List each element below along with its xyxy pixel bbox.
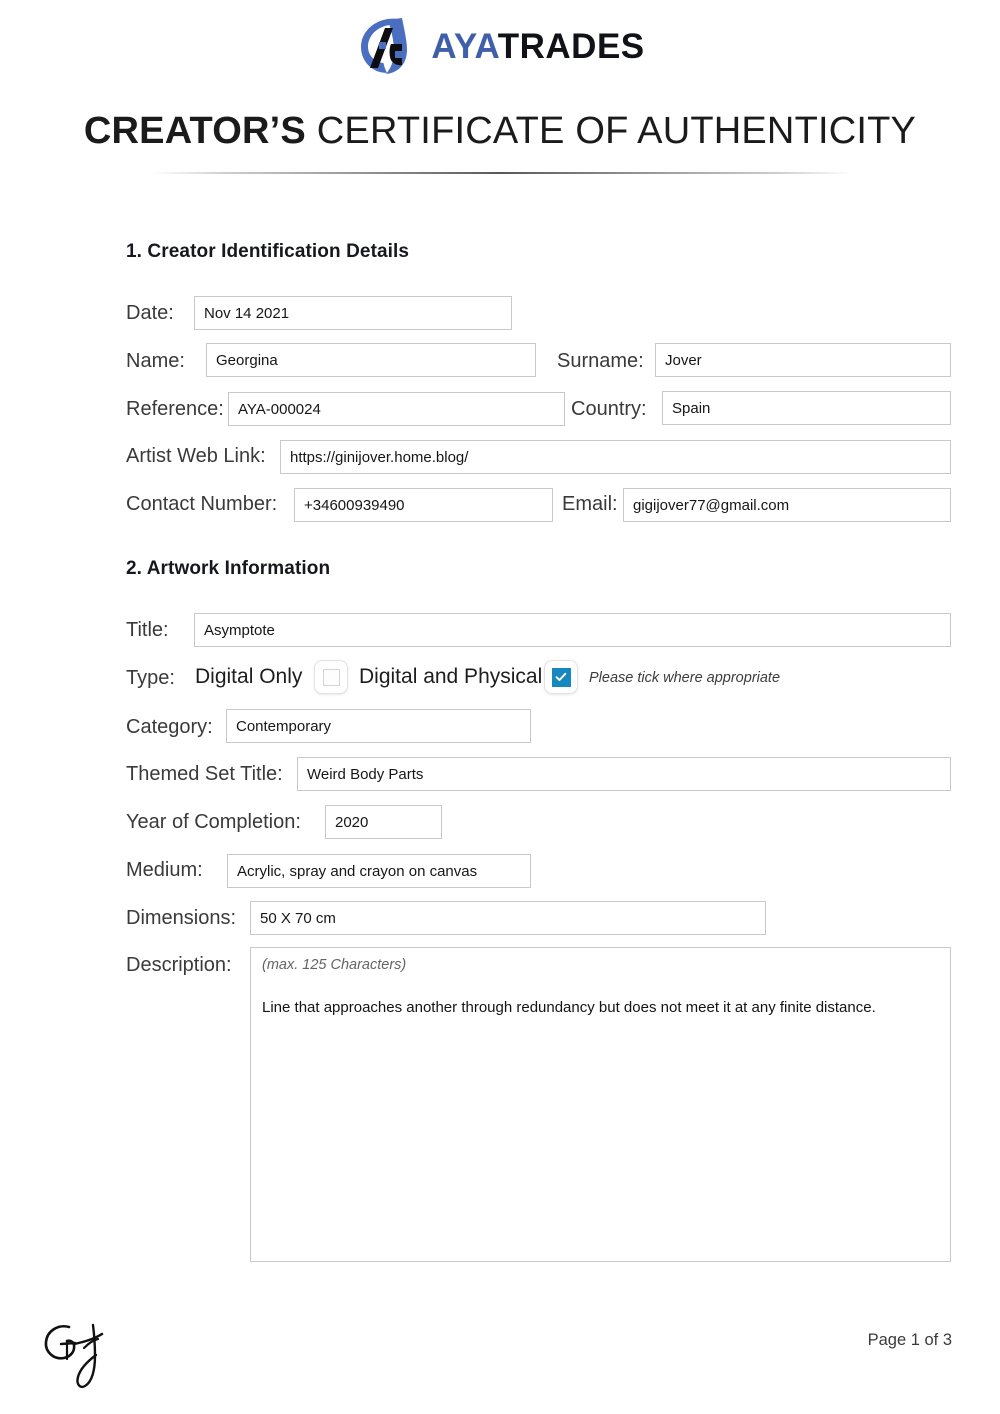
medium-label: Medium: bbox=[126, 859, 203, 881]
brand-wordmark: AYATRADES bbox=[431, 29, 644, 64]
dimensions-label: Dimensions: bbox=[126, 907, 237, 929]
date-input[interactable]: Nov 14 2021 bbox=[194, 296, 512, 330]
email-input[interactable]: gigijover77@gmail.com bbox=[623, 488, 951, 522]
artwork-title-input[interactable]: Asymptote bbox=[194, 613, 951, 647]
artist-web-link-input[interactable]: https://ginijover.home.blog/ bbox=[280, 440, 951, 474]
reference-input[interactable]: AYA-000024 bbox=[228, 392, 565, 426]
category-input[interactable]: Contemporary bbox=[226, 709, 531, 743]
ayatrades-monogram-icon bbox=[361, 18, 408, 74]
themed-set-title-label: Themed Set Title: bbox=[126, 763, 283, 785]
section-1-heading: 1. Creator Identification Details bbox=[126, 241, 410, 262]
surname-label: Surname: bbox=[557, 350, 644, 372]
brand-wordmark-aya: AYA bbox=[431, 26, 498, 66]
title-divider bbox=[152, 172, 852, 174]
page-title-light: CERTIFICATE OF AUTHENTICITY bbox=[316, 110, 917, 152]
checkbox-unchecked-icon bbox=[322, 668, 340, 686]
name-input[interactable]: Georgina bbox=[206, 343, 536, 377]
country-input[interactable]: Spain bbox=[662, 391, 951, 425]
brand-logo: AYATRADES bbox=[0, 14, 1000, 78]
brand-wordmark-trades: TRADES bbox=[497, 26, 645, 66]
surname-input[interactable]: Jover bbox=[655, 343, 951, 377]
description-value: Line that approaches another through red… bbox=[262, 999, 876, 1016]
name-label: Name: bbox=[126, 350, 185, 372]
artist-web-link-label: Artist Web Link: bbox=[126, 445, 266, 467]
signature-icon bbox=[44, 1323, 104, 1389]
type-label: Type: bbox=[126, 667, 175, 689]
medium-input[interactable]: Acrylic, spray and crayon on canvas bbox=[227, 854, 531, 888]
checkbox-digital-only[interactable] bbox=[315, 661, 347, 693]
contact-number-input[interactable]: +34600939490 bbox=[294, 488, 553, 522]
type-hint-text: Please tick where appropriate bbox=[589, 670, 781, 686]
date-label: Date: bbox=[126, 302, 174, 324]
year-of-completion-label: Year of Completion: bbox=[126, 811, 301, 833]
country-label: Country: bbox=[571, 398, 647, 420]
page-title-bold: CREATOR’S bbox=[83, 110, 306, 152]
contact-number-label: Contact Number: bbox=[126, 493, 278, 515]
page-number: Page 1 of 3 bbox=[867, 1331, 952, 1349]
page-title: CREATOR’S CERTIFICATE OF AUTHENTICITY bbox=[0, 110, 1000, 152]
description-hint: (max. 125 Characters) bbox=[262, 957, 407, 973]
checkbox-checked-icon bbox=[551, 667, 571, 687]
category-label: Category: bbox=[126, 716, 213, 738]
description-label: Description: bbox=[126, 954, 232, 976]
artwork-title-label: Title: bbox=[126, 619, 169, 641]
dimensions-input[interactable]: 50 X 70 cm bbox=[250, 901, 766, 935]
reference-label: Reference: bbox=[126, 398, 224, 420]
description-textarea[interactable]: (max. 125 Characters) Line that approach… bbox=[250, 947, 951, 1262]
section-2-heading: 2. Artwork Information bbox=[126, 558, 331, 579]
year-of-completion-input[interactable]: 2020 bbox=[325, 805, 442, 839]
email-label: Email: bbox=[562, 493, 618, 515]
themed-set-title-input[interactable]: Weird Body Parts bbox=[297, 757, 951, 791]
type-option-digital-only-label: Digital Only bbox=[195, 665, 303, 688]
type-option-digital-physical-label: Digital and Physical bbox=[359, 665, 543, 688]
checkbox-digital-and-physical[interactable] bbox=[545, 661, 577, 693]
